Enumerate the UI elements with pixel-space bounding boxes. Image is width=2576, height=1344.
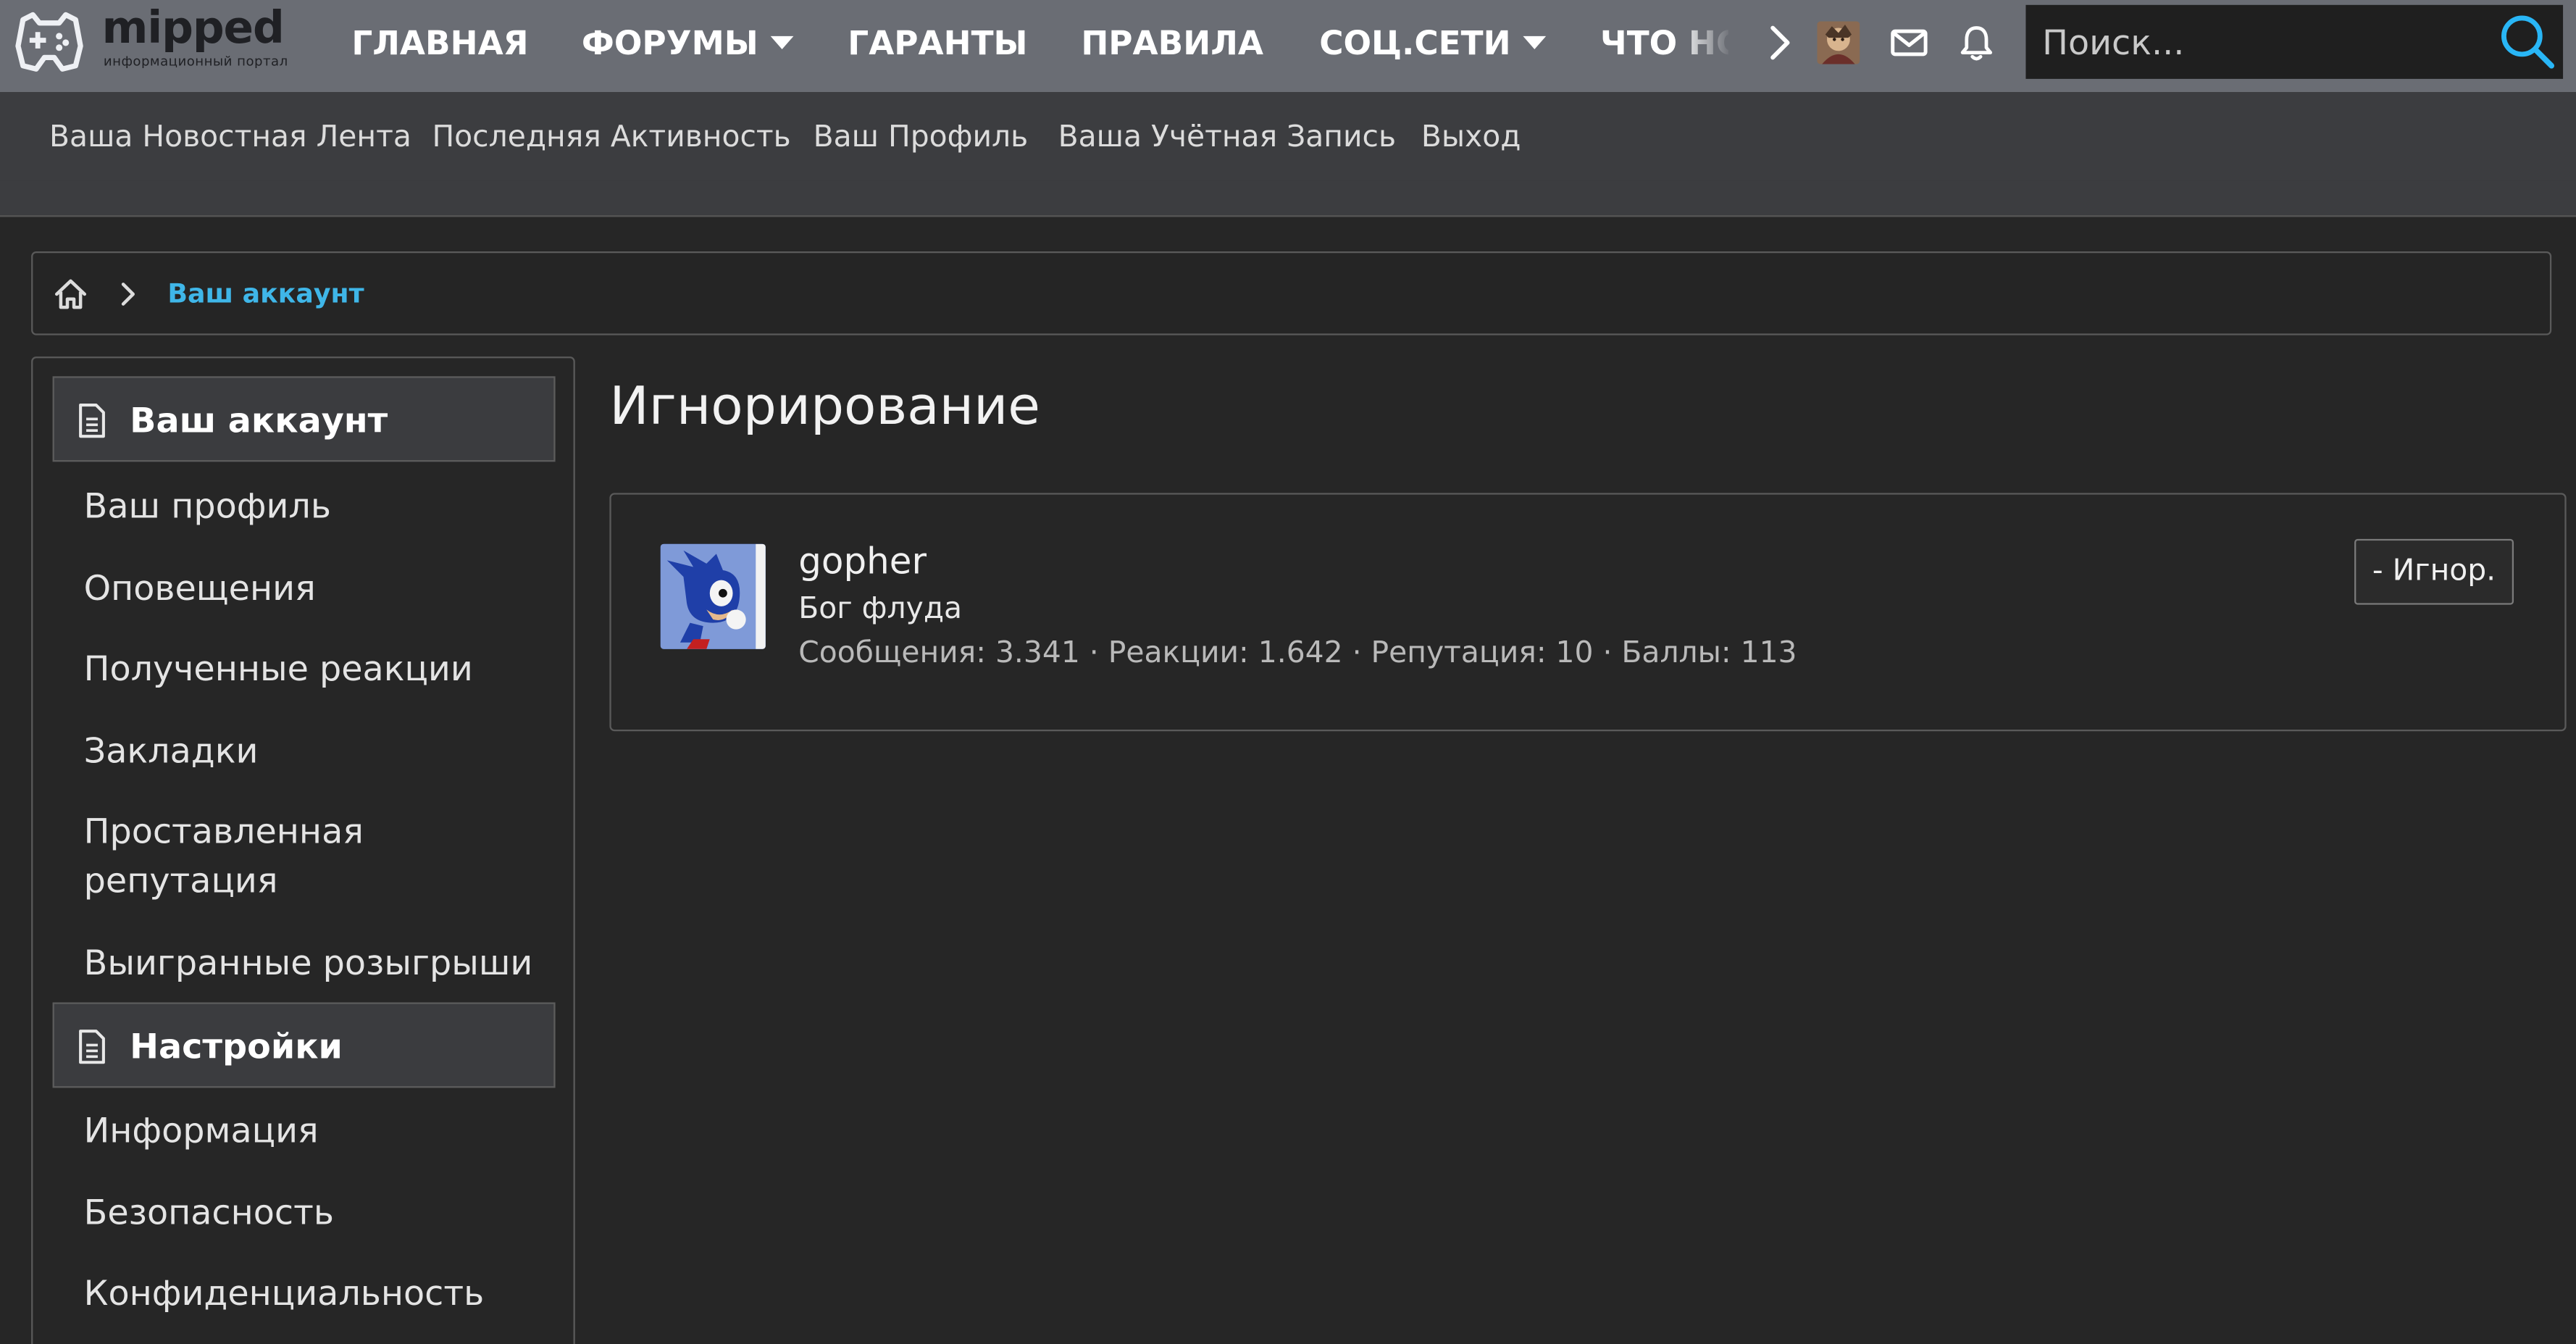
ignored-user-card: gopher Бог флуда Сообщения: 3.341 · Реак…	[609, 493, 2567, 732]
nav-guarantors[interactable]: ГАРАНТЫ	[848, 0, 1027, 92]
chevron-right-icon	[121, 283, 135, 306]
subnav-your-profile[interactable]: Ваш Профиль	[814, 92, 1029, 184]
breadcrumb: Ваш аккаунт	[31, 251, 2552, 335]
unignore-button[interactable]: - Игнор.	[2354, 538, 2514, 605]
sidebar-item-given-reputation[interactable]: Проставленная репутация	[84, 807, 413, 906]
bell-icon[interactable]	[1954, 20, 2000, 66]
nav-social[interactable]: СОЦ.СЕТИ	[1319, 0, 1510, 92]
search-icon[interactable]	[2497, 12, 2556, 71]
subnav-your-account[interactable]: Ваша Учётная Запись	[1058, 92, 1396, 184]
sidebar-item-alerts[interactable]: Оповещения	[84, 564, 561, 613]
ignored-user-name[interactable]: gopher	[798, 539, 927, 588]
document-icon	[79, 404, 105, 438]
brand-name: mipped	[101, 3, 285, 54]
chevron-right-icon[interactable]	[1758, 20, 1805, 66]
nav-home[interactable]: ГЛАВНАЯ	[351, 0, 528, 92]
sidebar-section-title: Ваш аккаунт	[130, 401, 388, 441]
user-avatar[interactable]	[1817, 21, 1860, 64]
account-sidebar: Ваш аккаунт Ваш профиль Оповещения Получ…	[31, 356, 575, 1344]
avatar-image	[660, 543, 766, 649]
breadcrumb-link-account[interactable]: Ваш аккаунт	[167, 253, 364, 335]
nav-forums[interactable]: ФОРУМЫ	[582, 0, 758, 92]
caret-down-icon[interactable]	[1523, 36, 1547, 50]
search-box	[2025, 4, 2564, 79]
sub-navbar: Ваша Новостная Лента Последняя Активност…	[0, 92, 2576, 181]
brand-tagline: информационный портал	[103, 54, 288, 70]
sidebar-item-information[interactable]: Информация	[84, 1106, 561, 1155]
sidebar-item-bookmarks[interactable]: Закладки	[84, 726, 561, 775]
sidebar-item-profile[interactable]: Ваш профиль	[84, 482, 561, 531]
document-icon	[79, 1030, 105, 1064]
sidebar-section-account: Ваш аккаунт	[52, 376, 556, 462]
page-title: Игнорирование	[609, 375, 1040, 438]
home-icon[interactable]	[53, 276, 89, 312]
sidebar-section-title: Настройки	[130, 1027, 343, 1067]
sidebar-item-security[interactable]: Безопасность	[84, 1188, 561, 1237]
ignored-user-title: Бог флуда	[798, 591, 963, 627]
sidebar-item-reactions[interactable]: Полученные реакции	[84, 644, 561, 693]
header-band	[0, 180, 2576, 217]
nav-rules[interactable]: ПРАВИЛА	[1081, 0, 1263, 92]
ignored-user-stats: Сообщения: 3.341 · Реакции: 1.642 · Репу…	[798, 635, 1797, 671]
search-input[interactable]	[2025, 4, 2470, 79]
page: mipped информационный портал ГЛАВНАЯ ФОР…	[0, 0, 2576, 1344]
subnav-latest-activity[interactable]: Последняя Активность	[432, 92, 790, 184]
nav-fade	[1676, 0, 1732, 93]
caret-down-icon[interactable]	[770, 36, 794, 50]
envelope-icon[interactable]	[1886, 20, 1933, 66]
sidebar-section-settings: Настройки	[52, 1002, 556, 1088]
subnav-logout[interactable]: Выход	[1421, 92, 1521, 184]
sidebar-item-giveaways[interactable]: Выигранные розыгрыши	[84, 938, 561, 988]
brand[interactable]: mipped информационный портал	[102, 4, 288, 70]
avatar-image	[1817, 21, 1860, 64]
top-navbar: mipped информационный портал ГЛАВНАЯ ФОР…	[0, 0, 2576, 93]
sidebar-item-privacy[interactable]: Конфиденциальность	[84, 1269, 561, 1318]
subnav-news-feed[interactable]: Ваша Новостная Лента	[49, 92, 411, 184]
ignored-user-avatar[interactable]	[660, 543, 766, 649]
gamepad-logo-icon[interactable]	[13, 10, 85, 76]
